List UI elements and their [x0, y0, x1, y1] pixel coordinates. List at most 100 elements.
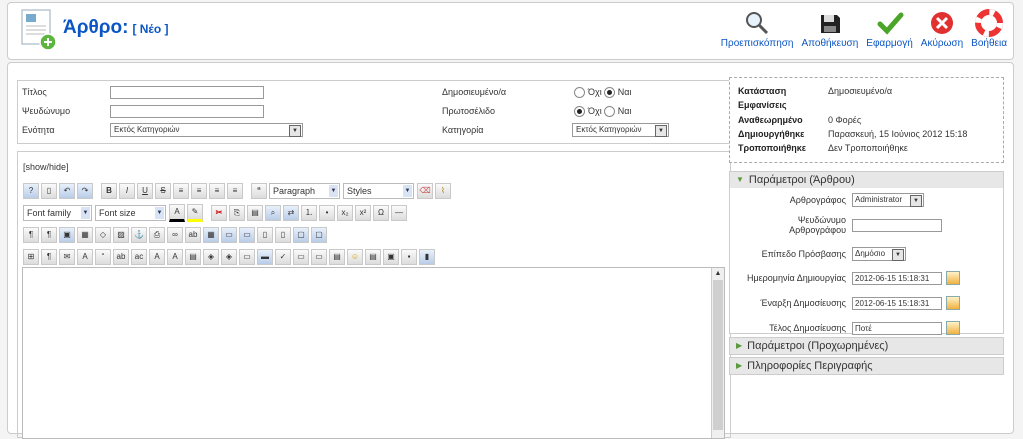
scroll-thumb[interactable] [713, 280, 723, 430]
absolute-icon[interactable]: ▭ [239, 248, 255, 265]
meta-info-header[interactable]: ▶ Πληροφορίες Περιγραφής [730, 358, 1003, 374]
column-delete-icon[interactable]: ▯ [275, 226, 291, 243]
spellcheck-icon[interactable]: ab [185, 226, 201, 243]
underline-icon[interactable]: U [137, 182, 153, 199]
bold-icon[interactable]: B [101, 182, 117, 199]
table-icon[interactable]: ▦ [203, 226, 219, 243]
show-hide-toggle[interactable]: [show/hide] [23, 162, 69, 172]
font-size-select[interactable]: Font size ▼ [95, 204, 166, 221]
numbered-list-icon[interactable]: ⒈ [301, 204, 317, 221]
align-right-icon[interactable]: ≡ [209, 182, 225, 199]
readmore-icon[interactable]: ▤ [329, 248, 345, 265]
nonbreaking-icon[interactable]: ▬ [257, 248, 273, 265]
attributes-icon[interactable]: ▤ [185, 248, 201, 265]
split-cells-icon[interactable]: ▢ [311, 226, 327, 243]
align-left-icon[interactable]: ≡ [173, 182, 189, 199]
redo-icon[interactable]: ↷ [77, 182, 93, 199]
export-icon[interactable]: ▮ [419, 248, 435, 265]
layer-forward-icon[interactable]: ◈ [221, 248, 237, 265]
template-icon[interactable]: ▦ [77, 226, 93, 243]
eraser-icon[interactable]: ⌫ [417, 182, 433, 199]
apply-button[interactable]: Εφαρμογή [866, 9, 913, 49]
subscript-icon[interactable]: x₂ [337, 204, 353, 221]
calendar-icon[interactable] [946, 321, 960, 335]
author-select[interactable]: Administrator ▼ [852, 193, 924, 207]
editor-scrollbar[interactable]: ▲ [711, 268, 724, 438]
fullscreen-icon[interactable]: ▣ [59, 226, 75, 243]
ins-icon[interactable]: A [167, 248, 183, 265]
italic-icon[interactable]: I [119, 182, 135, 199]
publish-start-input[interactable]: 2012-06-15 15:18:31 [852, 296, 942, 310]
clean-brush-icon[interactable]: ⌇ [435, 182, 451, 199]
styles-select[interactable]: Styles ▼ [343, 182, 414, 199]
show-blocks-icon[interactable]: ¶ [41, 248, 57, 265]
del-icon[interactable]: A [149, 248, 165, 265]
layer-icon[interactable]: ◈ [203, 248, 219, 265]
section-select[interactable]: Εκτός Κατηγοριών ▼ [110, 123, 303, 137]
highlight-color-icon[interactable]: ✎ [187, 203, 203, 222]
image-icon[interactable]: ▨ [113, 226, 129, 243]
insert-file-icon[interactable]: ▤ [365, 248, 381, 265]
print-icon[interactable]: ⎙ [149, 226, 165, 243]
cancel-button[interactable]: Ακύρωση [921, 9, 963, 49]
calendar-icon[interactable] [946, 271, 960, 285]
paragraph-ltr-icon[interactable]: ¶ [23, 226, 39, 243]
editor-content-area[interactable]: ▲ [22, 267, 725, 439]
format-select[interactable]: Paragraph ▼ [269, 182, 340, 199]
calendar-icon[interactable] [946, 296, 960, 310]
replace-icon[interactable]: ⇄ [283, 204, 299, 221]
media-icon[interactable]: ▭ [293, 248, 309, 265]
horizontal-rule-icon[interactable]: — [391, 204, 407, 221]
preview-doc-icon[interactable]: ▣ [383, 248, 399, 265]
row-delete-icon[interactable]: ▭ [239, 226, 255, 243]
save-button[interactable]: Αποθήκευση [802, 9, 858, 49]
copy-icon[interactable]: ⎘ [229, 204, 245, 221]
undo-icon[interactable]: ↶ [59, 182, 75, 199]
alias-input[interactable] [110, 104, 264, 118]
advanced-params-header[interactable]: ▶ Παράμετροι (Προχωρημένες) [730, 338, 1003, 354]
align-center-icon[interactable]: ≡ [191, 182, 207, 199]
paragraph-rtl-icon[interactable]: ¶ [41, 226, 57, 243]
help-button[interactable]: Βοήθεια [971, 9, 1007, 49]
insert-date-icon[interactable]: ✉ [59, 248, 75, 265]
search-icon[interactable]: ⌕ [265, 204, 281, 221]
title-input[interactable] [110, 85, 264, 99]
new-document-icon[interactable]: ▯ [41, 182, 57, 199]
anchor-icon[interactable]: ⚓ [131, 226, 147, 243]
published-yes-radio[interactable] [603, 86, 615, 98]
row-insert-icon[interactable]: ▭ [221, 226, 237, 243]
article-params-header[interactable]: ▼ Παράμετροι (Άρθρου) [730, 172, 1003, 188]
access-select[interactable]: Δημόσιο ▼ [852, 247, 906, 261]
frontpage-yes-radio[interactable] [603, 105, 615, 117]
special-char-icon[interactable]: Ω [373, 204, 389, 221]
superscript-icon[interactable]: x² [355, 204, 371, 221]
help-icon[interactable]: ? [23, 182, 39, 199]
blockquote-icon[interactable]: “ [251, 182, 267, 199]
paste-icon[interactable]: ▤ [247, 204, 263, 221]
source-code-icon[interactable]: ◇ [95, 226, 111, 243]
merge-cells-icon[interactable]: ▢ [293, 226, 309, 243]
binoculars-icon[interactable]: ∞ [167, 226, 183, 243]
font-family-select[interactable]: Font family ▼ [23, 204, 92, 221]
frontpage-no-radio[interactable] [574, 105, 585, 117]
category-select[interactable]: Εκτός Κατηγοριών ▼ [572, 123, 669, 137]
bullet-list-icon[interactable]: • [319, 204, 335, 221]
scroll-up-icon[interactable]: ▲ [712, 268, 724, 280]
spell-abc-icon[interactable]: ✓ [275, 248, 291, 265]
pagebreak-icon[interactable]: ▭ [311, 248, 327, 265]
author-alias-input[interactable] [852, 218, 942, 232]
style-props-icon[interactable]: A [77, 248, 93, 265]
acronym-icon[interactable]: ac [131, 248, 147, 265]
align-justify-icon[interactable]: ≡ [227, 182, 243, 199]
emoticon-icon[interactable]: ☺ [347, 248, 363, 265]
strikethrough-icon[interactable]: S [155, 182, 171, 199]
created-date-input[interactable]: 2012-06-15 15:18:31 [852, 271, 942, 285]
visual-aid-icon[interactable]: ⊞ [23, 248, 39, 265]
preview-button[interactable]: Προεπισκόπηση [721, 9, 794, 49]
publish-end-input[interactable]: Ποτέ [852, 321, 942, 335]
save-doc-icon[interactable]: ▪ [401, 248, 417, 265]
text-color-icon[interactable]: A [169, 203, 185, 222]
cut-icon[interactable]: ✂ [211, 204, 227, 221]
column-insert-icon[interactable]: ▯ [257, 226, 273, 243]
abbr-icon[interactable]: ab [113, 248, 129, 265]
